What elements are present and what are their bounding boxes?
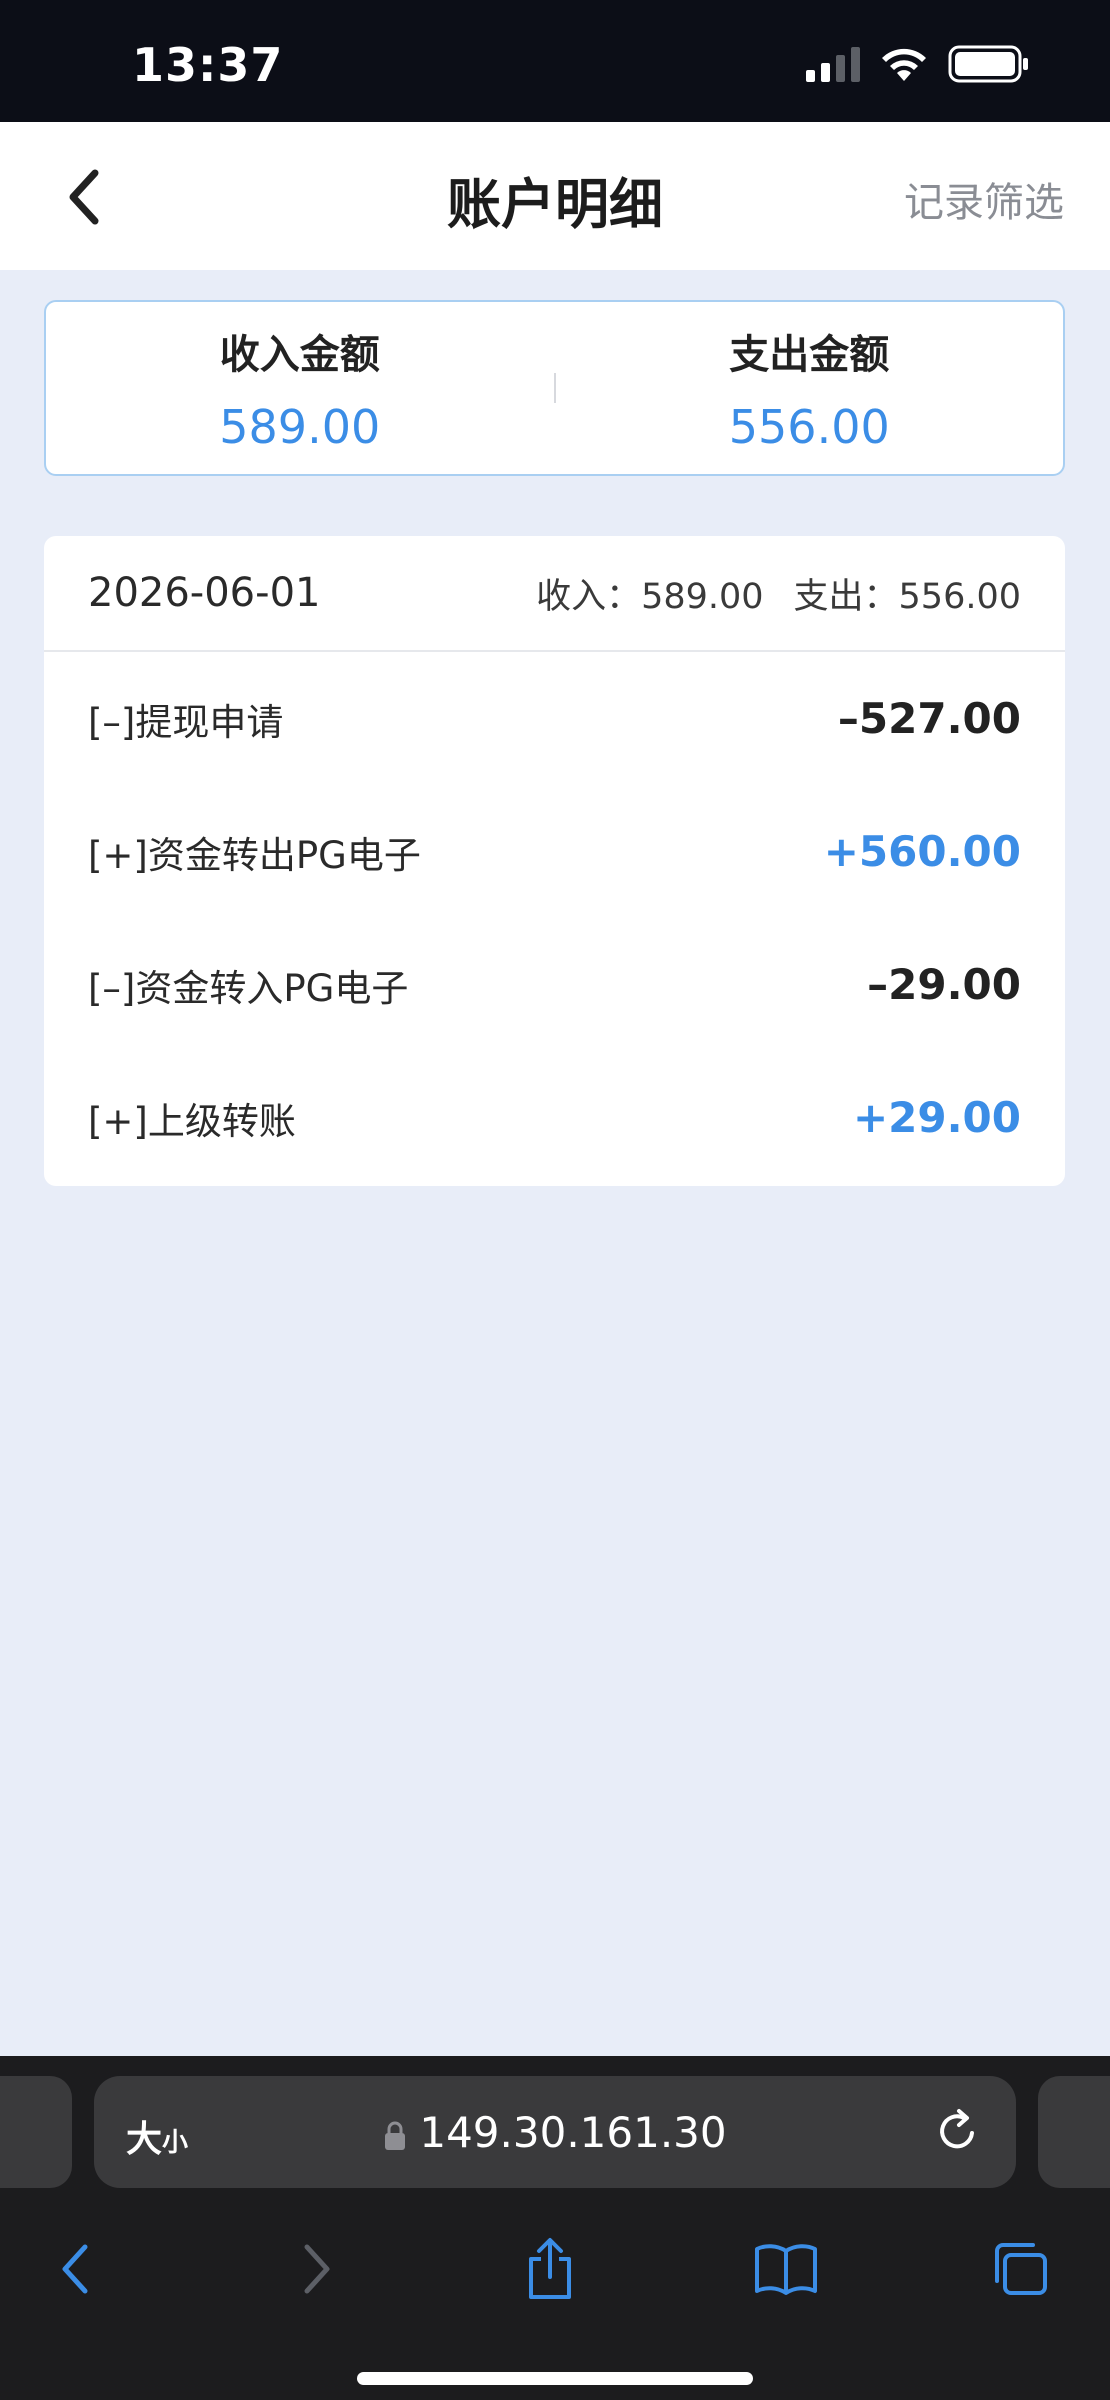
income-value: 589.00 [219, 400, 381, 454]
day-totals: 收入：589.00 支出：556.00 [536, 568, 1021, 619]
address-bar[interactable]: 大小 149.30.161.30 [94, 2076, 1016, 2188]
income-summary: 收入金额 589.00 [46, 322, 554, 454]
chevron-left-icon [62, 2244, 88, 2294]
record-filter-button[interactable]: 记录筛选 [904, 170, 1064, 228]
reload-icon[interactable] [932, 2106, 982, 2156]
expense-value: 556.00 [728, 400, 890, 454]
record-row[interactable]: [+]上级转账 +29.00 [44, 1051, 1065, 1184]
browser-bar: 大小 149.30.161.30 [0, 2056, 1110, 2400]
record-amount: –527.00 [837, 694, 1021, 743]
records-day-header: 2026-06-01 收入：589.00 支出：556.00 [44, 536, 1065, 652]
day-income-total: 收入：589.00 [536, 576, 764, 617]
url-display[interactable]: 149.30.161.30 [94, 2108, 1016, 2157]
forward-nav-button[interactable] [276, 2234, 356, 2304]
records-date: 2026-06-01 [88, 570, 321, 616]
status-bar: 13:37 [0, 0, 1110, 122]
expense-label: 支出金额 [729, 332, 890, 378]
income-label: 收入金额 [219, 332, 380, 378]
cellular-signal-icon [806, 46, 860, 82]
record-row[interactable]: [–]资金转入PG电子 –29.00 [44, 918, 1065, 1051]
wifi-icon [882, 48, 926, 81]
record-amount: +560.00 [823, 827, 1021, 876]
record-row[interactable]: [+]资金转出PG电子 +560.00 [44, 785, 1065, 918]
bookmarks-button[interactable] [746, 2234, 826, 2304]
share-icon [529, 2238, 571, 2299]
battery-icon [948, 45, 1028, 83]
records-card: 2026-06-01 收入：589.00 支出：556.00 [–]提现申请 –… [44, 536, 1065, 1186]
status-icons [806, 44, 1030, 84]
record-name: [–]提现申请 [88, 700, 284, 744]
record-amount: +29.00 [852, 1093, 1021, 1142]
expense-summary: 支出金额 556.00 [556, 322, 1064, 454]
record-amount: –29.00 [867, 960, 1021, 1009]
record-row[interactable]: [–]提现申请 –527.00 [44, 652, 1065, 785]
lock-icon [385, 2121, 406, 2150]
back-nav-button[interactable] [36, 2234, 116, 2304]
home-indicator [357, 2372, 753, 2385]
day-expense-total: 支出：556.00 [793, 576, 1021, 617]
record-name: [+]上级转账 [88, 1099, 296, 1143]
next-tab-peek[interactable] [1038, 2076, 1110, 2188]
tabs-icon [995, 2243, 1047, 2295]
summary-card: 收入金额 589.00 支出金额 556.00 [44, 300, 1065, 476]
app-header: 账户明细 记录筛选 [0, 122, 1110, 270]
status-time: 13:37 [132, 38, 284, 92]
book-icon [755, 2244, 817, 2295]
record-name: [+]资金转出PG电子 [88, 833, 421, 877]
url-text: 149.30.161.30 [419, 2108, 727, 2157]
record-name: [–]资金转入PG电子 [88, 966, 409, 1010]
tabs-button[interactable] [980, 2234, 1060, 2304]
share-button[interactable] [510, 2234, 590, 2304]
previous-tab-peek[interactable] [0, 2076, 72, 2188]
browser-toolbar [0, 2216, 1110, 2316]
chevron-right-icon [304, 2244, 330, 2294]
